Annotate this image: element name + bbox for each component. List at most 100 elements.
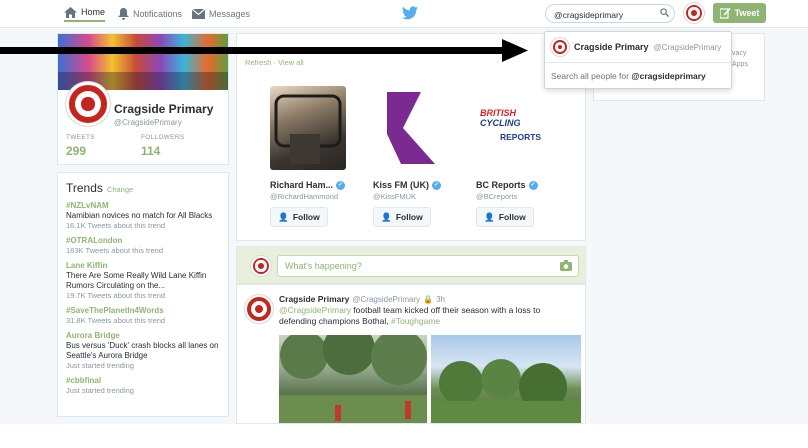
tweet-item[interactable]: Cragside Primary @CragsidePrimary 🔒 3h @…: [236, 284, 586, 424]
trend-meta: 183K Tweets about this trend: [66, 246, 164, 255]
suggestion-card: Richard Ham... ✓ @RichardHammond 👤 Follow: [270, 86, 360, 227]
home-icon: [64, 6, 77, 18]
trend-item[interactable]: #OTRALondon 183K Tweets about this trend: [66, 236, 220, 256]
search-all-people[interactable]: Search all people for @cragsideprimary: [551, 71, 706, 81]
tweet-avatar[interactable]: [245, 295, 273, 323]
compose-placeholder: What's happening?: [285, 261, 362, 271]
account-avatar[interactable]: [684, 3, 704, 23]
follow-button[interactable]: 👤 Follow: [373, 207, 431, 227]
search-all-query: @cragsideprimary: [631, 71, 706, 81]
trends-panel: Trends Change #NZLvNAM Namibian novices …: [57, 172, 229, 417]
suggestion-handle[interactable]: @KissFMUK: [373, 192, 463, 201]
trend-item[interactable]: #SaveThePlanetIn4Words 31.8K Tweets abou…: [66, 306, 220, 326]
tweet-handle[interactable]: @CragsidePrimary: [352, 295, 420, 304]
tweet-text: @CragsidePrimary football team kicked of…: [279, 305, 579, 327]
trend-description: There Are Some Really Wild Lane Kiffin R…: [66, 271, 207, 290]
follow-button[interactable]: 👤 Follow: [270, 207, 328, 227]
add-user-icon: 👤: [278, 211, 289, 222]
tweets-stat-value[interactable]: 299: [66, 144, 86, 158]
british-cycling-logo[interactable]: BRITISH CYCLING REPORTS: [476, 86, 552, 170]
search-suggestion-user[interactable]: Cragside Primary @CragsidePrimary: [551, 38, 721, 56]
profile-handle[interactable]: @CragsidePrimary: [114, 118, 182, 127]
trends-change-link[interactable]: Change: [107, 185, 133, 194]
suggestion-handle[interactable]: @RichardHammond: [270, 192, 360, 201]
trend-description: Bus versus 'Duck' crash blocks all lanes…: [66, 341, 219, 360]
annotation-arrow: [0, 39, 528, 62]
trend-item[interactable]: Aurora Bridge Bus versus 'Duck' crash bl…: [66, 331, 220, 371]
suggestion-user-handle: @CragsidePrimary: [653, 42, 722, 52]
suggestion-handle[interactable]: @BCreports: [476, 192, 566, 201]
tweets-stat-label: TWEETS: [66, 134, 95, 141]
trends-title: Trends: [66, 181, 103, 195]
suggestion-name[interactable]: Richard Ham...: [270, 180, 333, 190]
trend-meta: 16.1K Tweets about this trend: [66, 221, 166, 230]
privacy-link-fragment[interactable]: vacy: [732, 48, 748, 59]
lock-icon: 🔒: [423, 294, 434, 304]
nav-notifications[interactable]: Notifications: [118, 6, 182, 22]
suggestion-avatar[interactable]: [270, 86, 346, 170]
follow-button-label: Follow: [498, 212, 526, 222]
nav-home[interactable]: Home: [64, 6, 106, 22]
trend-meta: 19.7K Tweets about this trend: [66, 291, 166, 300]
twitter-bird-icon[interactable]: [402, 6, 418, 20]
trend-description: Namibian novices no match for All Blacks: [66, 211, 213, 220]
nav-notifications-label: Notifications: [133, 9, 183, 19]
search-input[interactable]: [545, 4, 675, 23]
trend-item[interactable]: Lane Kiffin There Are Some Really Wild L…: [66, 261, 220, 301]
trend-meta: Just started trending: [66, 386, 134, 395]
trend-item[interactable]: #cbbfinal Just started trending: [66, 376, 220, 396]
trend-name: #OTRALondon: [66, 236, 123, 245]
trend-meta: Just started trending: [66, 361, 134, 370]
tweet-button[interactable]: Tweet: [713, 3, 766, 23]
dropdown-divider: [545, 62, 731, 63]
follow-button[interactable]: 👤 Follow: [476, 207, 534, 227]
followers-stat-value[interactable]: 114: [141, 144, 160, 158]
verified-icon: ✓: [336, 180, 346, 190]
nav-home-label: Home: [81, 7, 106, 17]
add-user-icon: 👤: [484, 211, 495, 222]
top-navigation-bar: Home Notifications Messages Tweet: [0, 0, 808, 28]
page-bottom-edge: [0, 424, 808, 448]
apps-link-fragment[interactable]: Apps: [732, 59, 748, 70]
trend-meta: 31.8K Tweets about this trend: [66, 316, 166, 325]
profile-name[interactable]: Cragside Primary: [114, 102, 213, 116]
bell-icon: [118, 8, 129, 20]
trend-name: #NZLvNAM: [66, 201, 109, 210]
compose-input[interactable]: What's happening?: [277, 255, 579, 277]
suggestion-card: BRITISH CYCLING REPORTS BC Reports ✓ @BCr…: [476, 86, 566, 227]
follow-button-label: Follow: [395, 212, 423, 222]
trend-name: Aurora Bridge: [66, 331, 120, 340]
nav-messages-label: Messages: [209, 9, 251, 19]
tweet-button-label: Tweet: [734, 8, 760, 18]
trend-name: Lane Kiffin: [66, 261, 108, 270]
trend-item[interactable]: #NZLvNAM Namibian novices no match for A…: [66, 201, 220, 231]
trend-name: #SaveThePlanetIn4Words: [66, 306, 164, 315]
logo-line-1: BRITISH: [480, 108, 516, 118]
tweet-photo[interactable]: [431, 335, 581, 423]
suggestion-card: Kiss FM (UK) ✓ @KissFMUK 👤 Follow: [373, 86, 463, 227]
logo-line-2: CYCLING: [480, 118, 521, 128]
logo-line-3: REPORTS: [500, 132, 542, 142]
tweet-photo[interactable]: [279, 335, 427, 423]
search-suggestions-dropdown: Cragside Primary @CragsidePrimary Search…: [544, 31, 732, 89]
tweet-hashtag[interactable]: #Toughgame: [391, 316, 440, 326]
tweet-time[interactable]: 3h: [436, 295, 445, 304]
tweet-mention[interactable]: @CragsidePrimary: [279, 305, 351, 315]
trend-name: #cbbfinal: [66, 376, 102, 385]
suggestion-user-name: Cragside Primary: [574, 42, 649, 52]
nav-messages[interactable]: Messages: [192, 6, 250, 22]
followers-stat-label: FOLLOWERS: [141, 134, 185, 141]
suggestion-name[interactable]: Kiss FM (UK): [373, 180, 429, 190]
profile-avatar[interactable]: [66, 82, 110, 126]
compose-quill-icon: [719, 7, 731, 19]
search-icon[interactable]: [660, 8, 669, 17]
add-user-icon: 👤: [381, 211, 392, 222]
compose-avatar: [251, 256, 271, 276]
kiss-fm-logo[interactable]: [373, 86, 449, 170]
suggestion-name[interactable]: BC Reports: [476, 180, 526, 190]
who-to-follow-panel: Refresh · View all Richard Ham... ✓ @Rich…: [236, 33, 586, 241]
suggestion-user-avatar: [551, 38, 569, 56]
camera-icon[interactable]: [560, 260, 572, 271]
verified-icon: ✓: [528, 180, 538, 190]
tweet-author[interactable]: Cragside Primary: [279, 294, 349, 304]
